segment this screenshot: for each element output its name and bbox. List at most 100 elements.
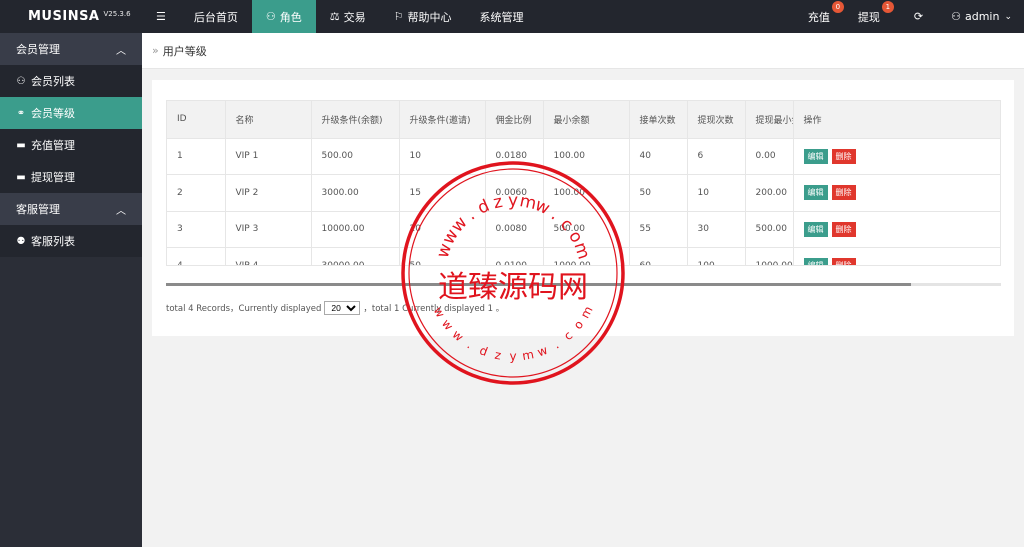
sidebar-item-label: 提现管理	[31, 171, 75, 184]
col-header[interactable]: ID	[167, 101, 226, 139]
refresh-button[interactable]: ⟳	[900, 0, 937, 33]
cell: 15	[399, 174, 486, 212]
menu-toggle-button[interactable]: ☰	[142, 0, 180, 33]
actions-cell: 编辑 删除	[793, 211, 1000, 248]
stamp-letter: y	[509, 350, 516, 364]
cell: 1000.00	[543, 247, 630, 265]
cell: 4	[167, 247, 226, 265]
nav-system-label: 系统管理	[479, 10, 524, 24]
table-header-row: ID 名称 升级条件(余额) 升级条件(邀请) 佣金比例 最小余额 接单次数 提…	[167, 101, 1000, 139]
cell: 100	[687, 247, 746, 265]
page-size-select[interactable]: 20	[324, 301, 361, 315]
recharge-button[interactable]: 充值 0	[796, 0, 850, 33]
cell: 6	[687, 138, 746, 175]
sidebar: 会员管理 ︿ ⚇ 会员列表 ⚭ 会员等级 ▬ 充值管理 ▬ 提现管理 客服管理 …	[0, 33, 142, 547]
table-row: 4 VIP 4 30000.00 50 0.0100 1000.00 60 10…	[167, 247, 1000, 265]
user-menu[interactable]: ⚇ admin ⌄	[937, 0, 1024, 33]
cell: 0.0180	[485, 138, 544, 175]
withdraw-badge: 1	[881, 1, 894, 13]
cell: 30	[687, 211, 746, 248]
table-row: 3 VIP 3 10000.00 20 0.0080 500.00 55 30 …	[167, 211, 1000, 248]
cell: 10000.00	[311, 211, 400, 248]
top-header: MUSINSA V25.3.6 ☰ 后台首页 ⚇ 角色 ⚖ 交易 ⚐ 帮助中心 系统管…	[0, 0, 1024, 33]
cell: 20	[399, 211, 486, 248]
actions-cell: 编辑 删除	[793, 247, 1000, 265]
sidebar-group-label: 会员管理	[16, 43, 60, 56]
col-header[interactable]: 升级条件(余额)	[311, 101, 400, 139]
actions-cell: 编辑 删除	[793, 138, 1000, 175]
cell: 3	[167, 211, 226, 248]
user-icon: ⚇	[16, 75, 26, 87]
cell: 200.00	[745, 174, 794, 212]
logo: MUSINSA V25.3.6	[0, 0, 142, 33]
level-table: ID 名称 升级条件(余额) 升级条件(邀请) 佣金比例 最小余额 接单次数 提…	[166, 100, 1001, 266]
sidebar-item-withdraw[interactable]: ▬ 提现管理	[0, 161, 142, 193]
header-actions: 充值 0 提现 1 ⟳ ⚇ admin ⌄	[796, 0, 1024, 33]
delete-button[interactable]: 删除	[831, 221, 856, 237]
sidebar-item-service-list[interactable]: ⚉ 客服列表	[0, 225, 142, 257]
edit-button[interactable]: 编辑	[803, 185, 828, 201]
double-chevron-icon: »	[152, 44, 159, 57]
actions-cell: 编辑 删除	[793, 174, 1000, 212]
cell: 3000.00	[311, 174, 400, 212]
nav-role[interactable]: ⚇ 角色	[251, 0, 316, 33]
menu-icon: ☰	[156, 10, 166, 23]
col-header[interactable]: 接单次数	[629, 101, 688, 139]
nav-system[interactable]: 系统管理	[466, 0, 538, 33]
breadcrumb-current: 用户等级	[162, 44, 207, 58]
chevron-up-icon: ︿	[116, 205, 126, 217]
stamp-letter: .	[465, 338, 475, 352]
version-label: V25.3.6	[103, 9, 131, 18]
user-icon: ⚇	[951, 10, 961, 23]
cell: VIP 3	[225, 211, 312, 248]
scale-icon: ⚖	[329, 10, 340, 23]
col-header[interactable]: 提现次数	[687, 101, 746, 139]
sidebar-item-member-level[interactable]: ⚭ 会员等级	[0, 97, 142, 129]
col-header[interactable]: 名称	[225, 101, 312, 139]
breadcrumb: » 用户等级	[142, 33, 1024, 69]
sidebar-group-service[interactable]: 客服管理 ︿	[0, 193, 142, 225]
col-header[interactable]: 佣金比例	[485, 101, 544, 139]
content-card: ID 名称 升级条件(余额) 升级条件(邀请) 佣金比例 最小余额 接单次数 提…	[152, 80, 1014, 336]
stamp-letter: w	[535, 343, 549, 360]
recharge-label: 充值	[807, 10, 830, 24]
horizontal-scrollbar[interactable]	[166, 283, 1001, 286]
withdraw-button[interactable]: 提现 1	[850, 0, 900, 33]
cell: 40	[629, 138, 688, 175]
edit-button[interactable]: 编辑	[803, 221, 828, 237]
scrollbar-thumb[interactable]	[166, 283, 911, 286]
delete-button[interactable]: 删除	[831, 185, 856, 201]
cell: 1	[167, 138, 226, 175]
user-icon: ⚇	[265, 10, 276, 23]
sidebar-item-member-list[interactable]: ⚇ 会员列表	[0, 65, 142, 97]
delete-button[interactable]: 删除	[831, 148, 856, 164]
sidebar-item-recharge[interactable]: ▬ 充值管理	[0, 129, 142, 161]
cell: 0.0060	[485, 174, 544, 212]
edit-button[interactable]: 编辑	[803, 148, 828, 164]
nav-help[interactable]: ⚐ 帮助中心	[380, 0, 466, 33]
delete-button[interactable]: 删除	[831, 258, 856, 265]
edit-button[interactable]: 编辑	[803, 258, 828, 265]
username-label: admin	[964, 10, 1000, 23]
cell: 500.00	[745, 211, 794, 248]
users-icon: ⚉	[16, 235, 26, 247]
col-header[interactable]: 最小余额	[543, 101, 630, 139]
col-header[interactable]: 提现最小金额	[745, 101, 794, 139]
stamp-letter: z	[494, 348, 503, 363]
link-icon: ⚭	[16, 107, 26, 119]
nav-trade[interactable]: ⚖ 交易	[316, 0, 380, 33]
flag-icon: ⚐	[393, 10, 404, 23]
cell: 10	[687, 174, 746, 212]
card-icon: ▬	[16, 139, 26, 151]
cell: 60	[629, 247, 688, 265]
withdraw-label: 提现	[857, 10, 880, 24]
sidebar-group-member[interactable]: 会员管理 ︿	[0, 33, 142, 65]
pagination: total 4 Records，Currently displayed 20 ，…	[166, 301, 504, 315]
cell: 1000.00	[745, 247, 794, 265]
col-header[interactable]: 升级条件(邀请)	[399, 101, 486, 139]
nav-home[interactable]: 后台首页	[180, 0, 252, 33]
cell: VIP 1	[225, 138, 312, 175]
refresh-icon: ⟳	[913, 10, 924, 23]
cell: 100.00	[543, 174, 630, 212]
cell: 0.00	[745, 138, 794, 175]
